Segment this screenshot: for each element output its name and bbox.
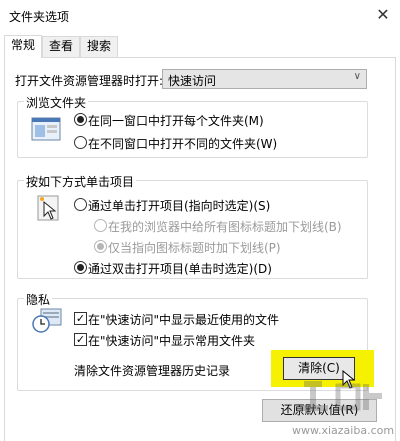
recent-files-label: 在"快速访问"中显示最近使用的文件 — [88, 313, 280, 327]
recent-files-checkbox[interactable]: ✓ — [74, 312, 87, 325]
folder-window-icon — [31, 117, 61, 141]
clear-history-label: 清除文件资源管理器历史记录 — [74, 364, 231, 378]
tab-search[interactable]: 搜索 — [80, 36, 118, 57]
single-click-radio[interactable] — [74, 198, 87, 211]
tab-general[interactable]: 常规 — [4, 35, 42, 58]
open-explorer-label: 打开文件资源管理器时打开: — [15, 74, 164, 88]
tab-view[interactable]: 查看 — [42, 36, 80, 57]
chevron-down-icon: ∨ — [353, 71, 361, 82]
new-window-radio[interactable] — [74, 136, 87, 149]
underline-hover-radio[interactable] — [94, 240, 107, 253]
pointer-click-icon — [37, 195, 59, 221]
underline-hover-label: 仅当指向图标标题时加下划线(P) — [108, 241, 281, 255]
double-click-radio[interactable] — [74, 261, 87, 274]
title-bar: 文件夹选项 ✕ — [0, 0, 400, 30]
same-window-radio[interactable] — [74, 113, 87, 126]
underline-always-radio[interactable] — [94, 219, 107, 232]
click-items-title: 按如下方式单击项目 — [24, 173, 137, 190]
single-click-label: 通过单击打开项目(指向时选定)(S) — [88, 199, 271, 213]
watermark-logo — [300, 381, 382, 411]
close-button[interactable]: ✕ — [370, 4, 396, 26]
new-window-label: 在不同窗口中打开不同的文件夹(W) — [88, 137, 278, 151]
open-explorer-select[interactable]: 快速访问 ∨ — [162, 69, 367, 89]
underline-always-label: 在我的浏览器中给所有图标标题加下划线(B) — [108, 220, 342, 234]
double-click-label: 通过双击打开项目(单击时选定)(D) — [88, 262, 272, 276]
browse-folders-title: 浏览文件夹 — [24, 94, 89, 111]
privacy-clock-icon — [32, 308, 62, 333]
watermark-text: www.xiazaiba.com — [292, 424, 395, 437]
window-title: 文件夹选项 — [9, 10, 70, 24]
same-window-label: 在同一窗口中打开每个文件夹(M) — [88, 114, 264, 128]
open-explorer-value: 快速访问 — [168, 74, 217, 88]
frequent-folders-label: 在"快速访问"中显示常用文件夹 — [88, 334, 256, 348]
frequent-folders-checkbox[interactable]: ✓ — [74, 333, 87, 346]
